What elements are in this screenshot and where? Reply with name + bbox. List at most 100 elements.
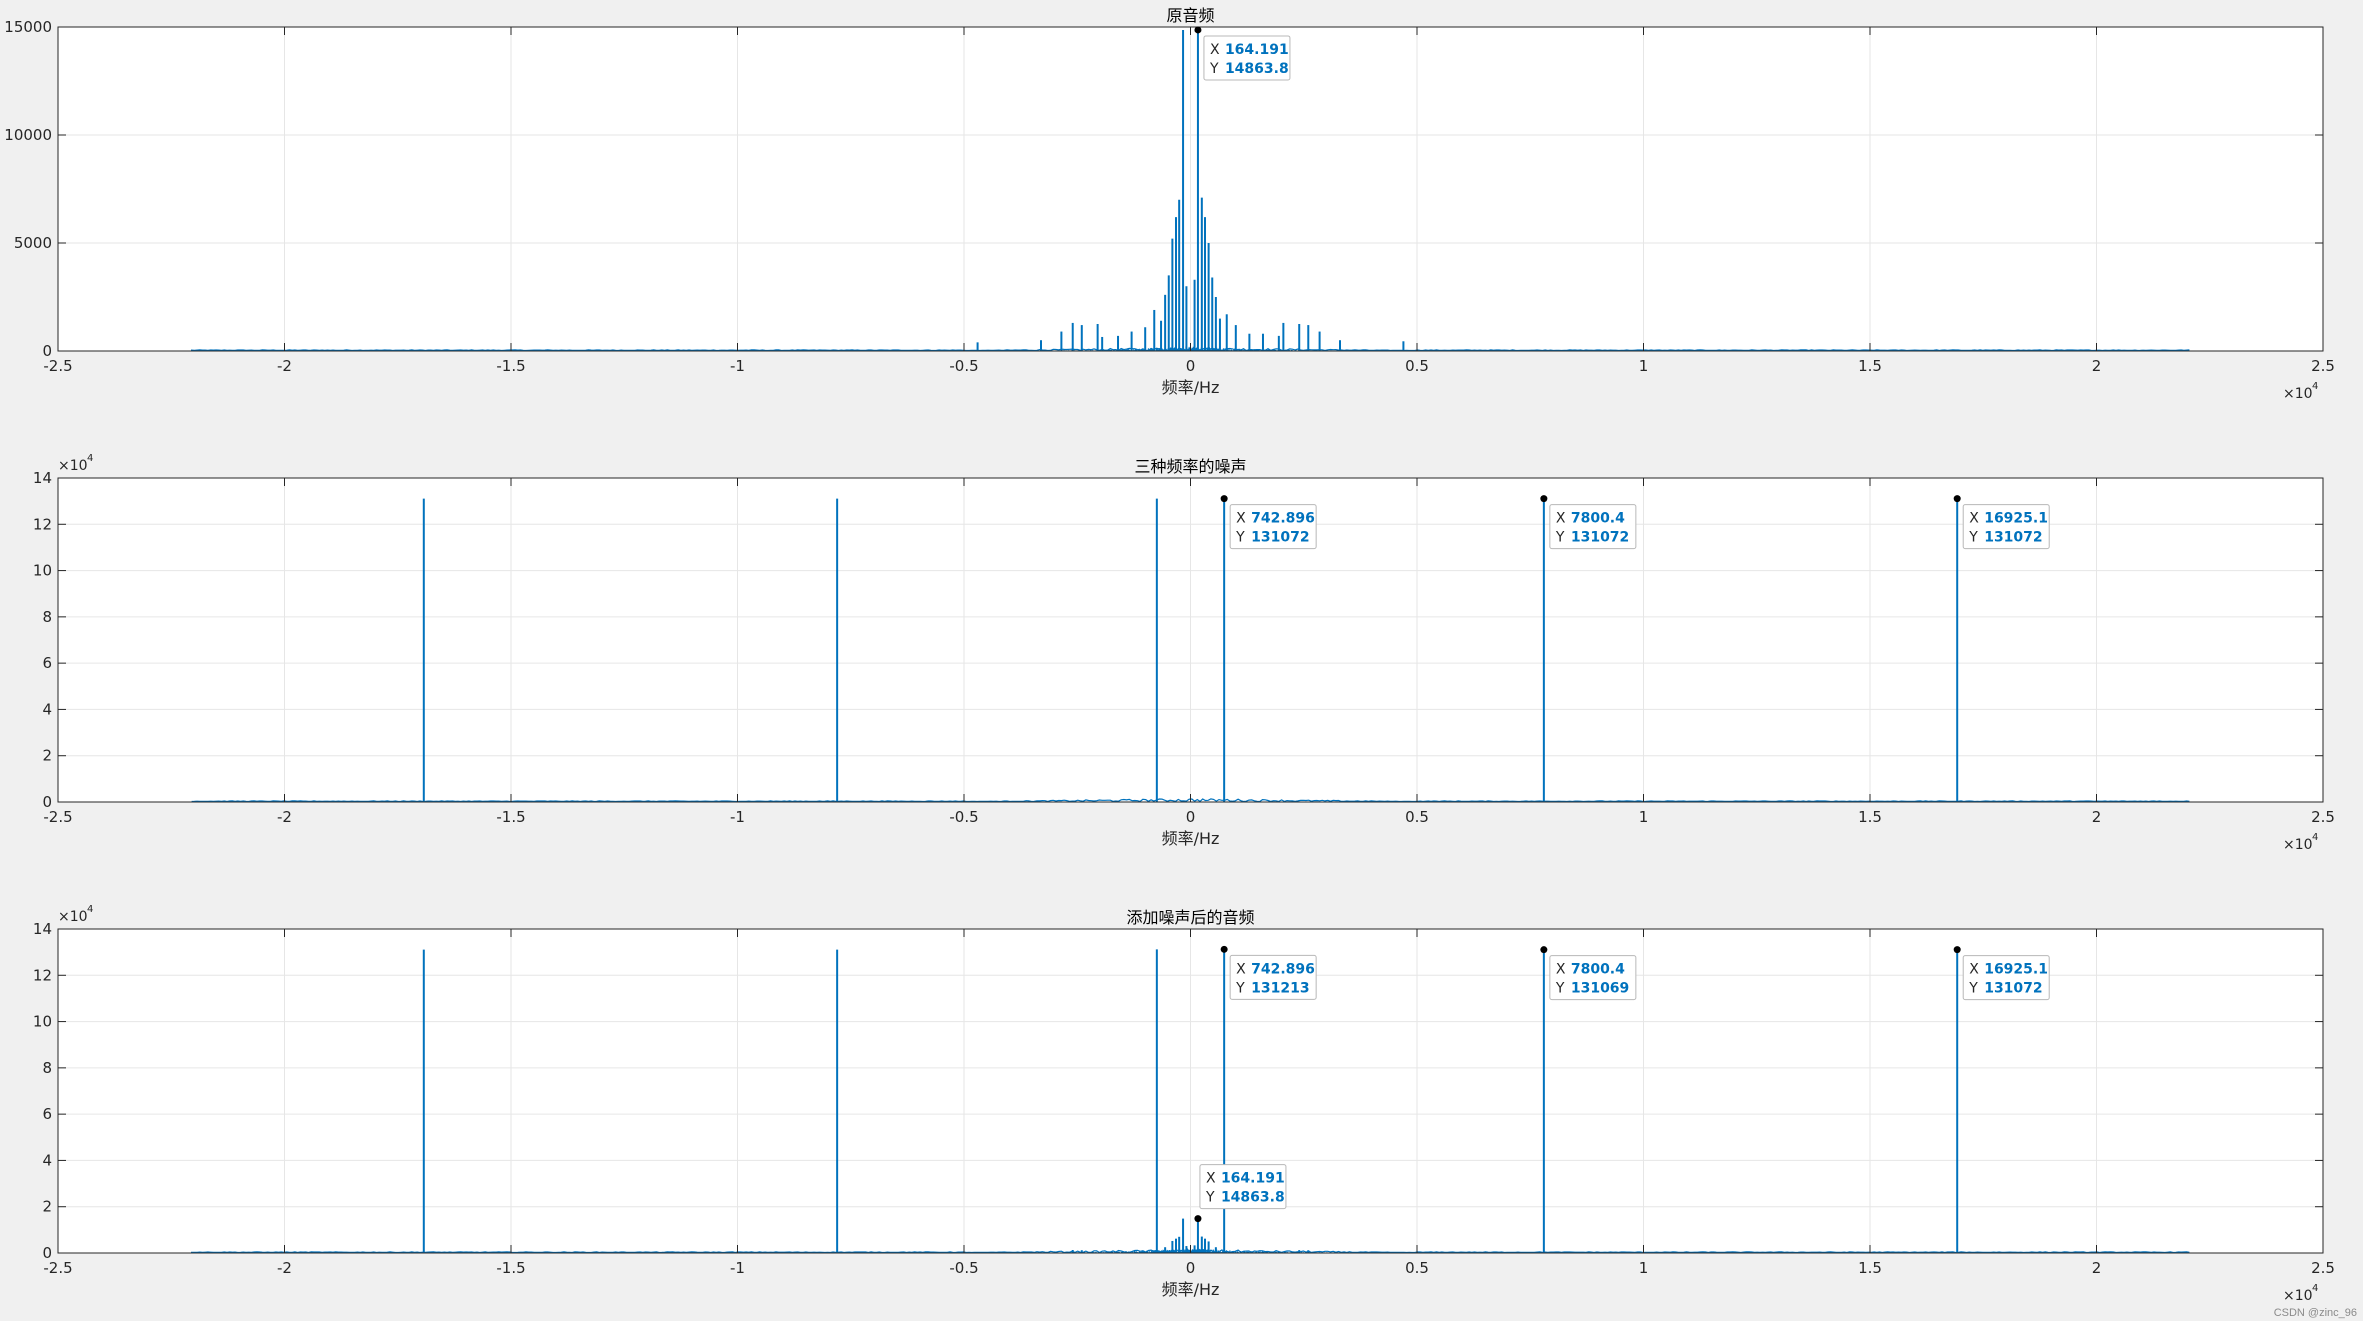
chart-1: -2.5 -2 -1.5 -1 -0.5 0 0.5 1 1.5 2 2.5050001000015… — [4, 6, 2335, 402]
datatip-y-key: Y — [1235, 980, 1245, 996]
watermark: CSDN @zinc_96 — [2273, 1307, 2357, 1319]
datatip-marker — [1953, 946, 1961, 954]
datatip-y-key: Y — [1968, 530, 1978, 546]
y-tick-label: 14 — [33, 920, 52, 938]
datatip-y-value: 14863.8 — [1221, 1190, 1285, 1206]
y-tick-label: 10 — [33, 562, 52, 580]
x-tick-label: 1 — [1639, 808, 1649, 826]
datatip-marker — [1220, 945, 1228, 953]
y-tick-label: 10000 — [4, 126, 52, 144]
y-tick-label: 12 — [33, 515, 52, 533]
x-tick-label: -0.5 — [949, 357, 978, 375]
x-tick-label: 2 — [2092, 808, 2102, 826]
datatip-y-value: 131072 — [1251, 530, 1309, 546]
datatip-x-key: X — [1556, 511, 1566, 527]
figure: -2.5 -2 -1.5 -1 -0.5 0 0.5 1 1.5 2 2.5050001000015… — [4, 6, 2335, 1304]
x-exponent-label: ×10 — [2283, 1288, 2313, 1304]
x-exponent-power: 4 — [2312, 381, 2318, 392]
y-tick-label: 0 — [42, 1244, 52, 1262]
datatip-y-key: Y — [1555, 981, 1565, 997]
y-tick-label: 5000 — [14, 234, 52, 252]
y-tick-label: 2 — [42, 747, 52, 765]
x-tick-label: -2 — [277, 1259, 292, 1277]
datatip-y-key: Y — [1968, 981, 1978, 997]
x-tick-label: 0.5 — [1405, 808, 1429, 826]
x-tick-label: -1 — [730, 1259, 745, 1277]
chart-title: 原音频 — [1166, 6, 1214, 25]
x-tick-label: 1.5 — [1858, 808, 1882, 826]
chart-title: 添加噪声后的音频 — [1126, 908, 1254, 927]
datatip-y-key: Y — [1555, 530, 1565, 546]
datatip-x-value: 7800.4 — [1571, 511, 1625, 527]
datatip-marker — [1220, 495, 1228, 503]
y-tick-label: 12 — [33, 966, 52, 984]
datatip-y-value: 131072 — [1984, 530, 2042, 546]
datatip-x-key: X — [1206, 1171, 1216, 1187]
x-tick-label: -1.5 — [496, 808, 525, 826]
x-tick-label: 1.5 — [1858, 1259, 1882, 1277]
x-tick-label: 0 — [1186, 1259, 1196, 1277]
datatip-marker — [1194, 26, 1202, 34]
y-tick-label: 0 — [42, 793, 52, 811]
datatip-x-key: X — [1556, 962, 1566, 978]
y-tick-label: 14 — [33, 469, 52, 487]
x-tick-label: 1 — [1639, 357, 1649, 375]
y-exponent-label: ×10 — [58, 458, 88, 474]
datatip-x-value: 16925.1 — [1984, 962, 2048, 978]
datatip-x-value: 7800.4 — [1571, 962, 1625, 978]
x-axis-label: 频率/Hz — [1162, 378, 1220, 397]
y-tick-label: 6 — [42, 1105, 52, 1123]
datatip-x-key: X — [1236, 961, 1246, 977]
x-tick-label: 2.5 — [2311, 357, 2335, 375]
datatip-marker — [1540, 495, 1548, 503]
x-tick-label: 2 — [2092, 357, 2102, 375]
x-tick-label: -1.5 — [496, 1259, 525, 1277]
chart-3: -2.5 -2 -1.5 -1 -0.5 0 0.5 1 1.5 2 2.502468101214添… — [33, 904, 2335, 1304]
datatip-y-key: Y — [1235, 530, 1245, 546]
datatip-marker — [1540, 946, 1548, 954]
datatip-y-value: 131072 — [1984, 981, 2042, 997]
datatip-x-value: 164.191 — [1221, 1171, 1285, 1187]
chart-2: -2.5 -2 -1.5 -1 -0.5 0 0.5 1 1.5 2 2.502468101214三… — [33, 453, 2335, 853]
x-exponent-power: 4 — [2312, 1283, 2318, 1294]
x-tick-label: 0.5 — [1405, 1259, 1429, 1277]
x-exponent-label: ×10 — [2283, 386, 2313, 402]
x-tick-label: -2 — [277, 808, 292, 826]
y-tick-label: 15000 — [4, 18, 52, 36]
x-tick-label: -0.5 — [949, 1259, 978, 1277]
x-tick-label: 1 — [1639, 1259, 1649, 1277]
datatip-y-value: 131072 — [1571, 530, 1629, 546]
datatip-x-value: 164.191 — [1225, 42, 1289, 58]
y-tick-label: 6 — [42, 654, 52, 672]
datatip-x-value: 742.896 — [1251, 511, 1315, 527]
x-tick-label: -2 — [277, 357, 292, 375]
datatip-x-key: X — [1236, 511, 1246, 527]
x-tick-label: 2 — [2092, 1259, 2102, 1277]
x-tick-label: 0 — [1186, 808, 1196, 826]
datatip-x-key: X — [1969, 962, 1979, 978]
x-tick-label: -1 — [730, 357, 745, 375]
x-tick-label: 0.5 — [1405, 357, 1429, 375]
y-tick-label: 8 — [42, 608, 52, 626]
y-exponent-label: ×10 — [58, 909, 88, 925]
datatip-y-value: 131213 — [1251, 980, 1309, 996]
y-exponent-power: 4 — [87, 904, 93, 915]
datatip-y-value: 131069 — [1571, 981, 1629, 997]
y-exponent-power: 4 — [87, 453, 93, 464]
y-tick-label: 4 — [42, 700, 52, 718]
datatip-x-value: 16925.1 — [1984, 511, 2048, 527]
datatip-y-key: Y — [1209, 61, 1219, 77]
datatip-x-value: 742.896 — [1251, 961, 1315, 977]
y-tick-label: 4 — [42, 1151, 52, 1169]
x-exponent-power: 4 — [2312, 832, 2318, 843]
x-tick-label: -0.5 — [949, 808, 978, 826]
y-tick-label: 10 — [33, 1013, 52, 1031]
datatip-y-key: Y — [1205, 1190, 1215, 1206]
datatip-y-value: 14863.8 — [1225, 61, 1289, 77]
x-tick-label: -1 — [730, 808, 745, 826]
datatip-x-key: X — [1210, 42, 1220, 58]
x-tick-label: 2.5 — [2311, 808, 2335, 826]
x-axis-label: 频率/Hz — [1162, 1280, 1220, 1299]
x-tick-label: 2.5 — [2311, 1259, 2335, 1277]
datatip-x-key: X — [1969, 511, 1979, 527]
